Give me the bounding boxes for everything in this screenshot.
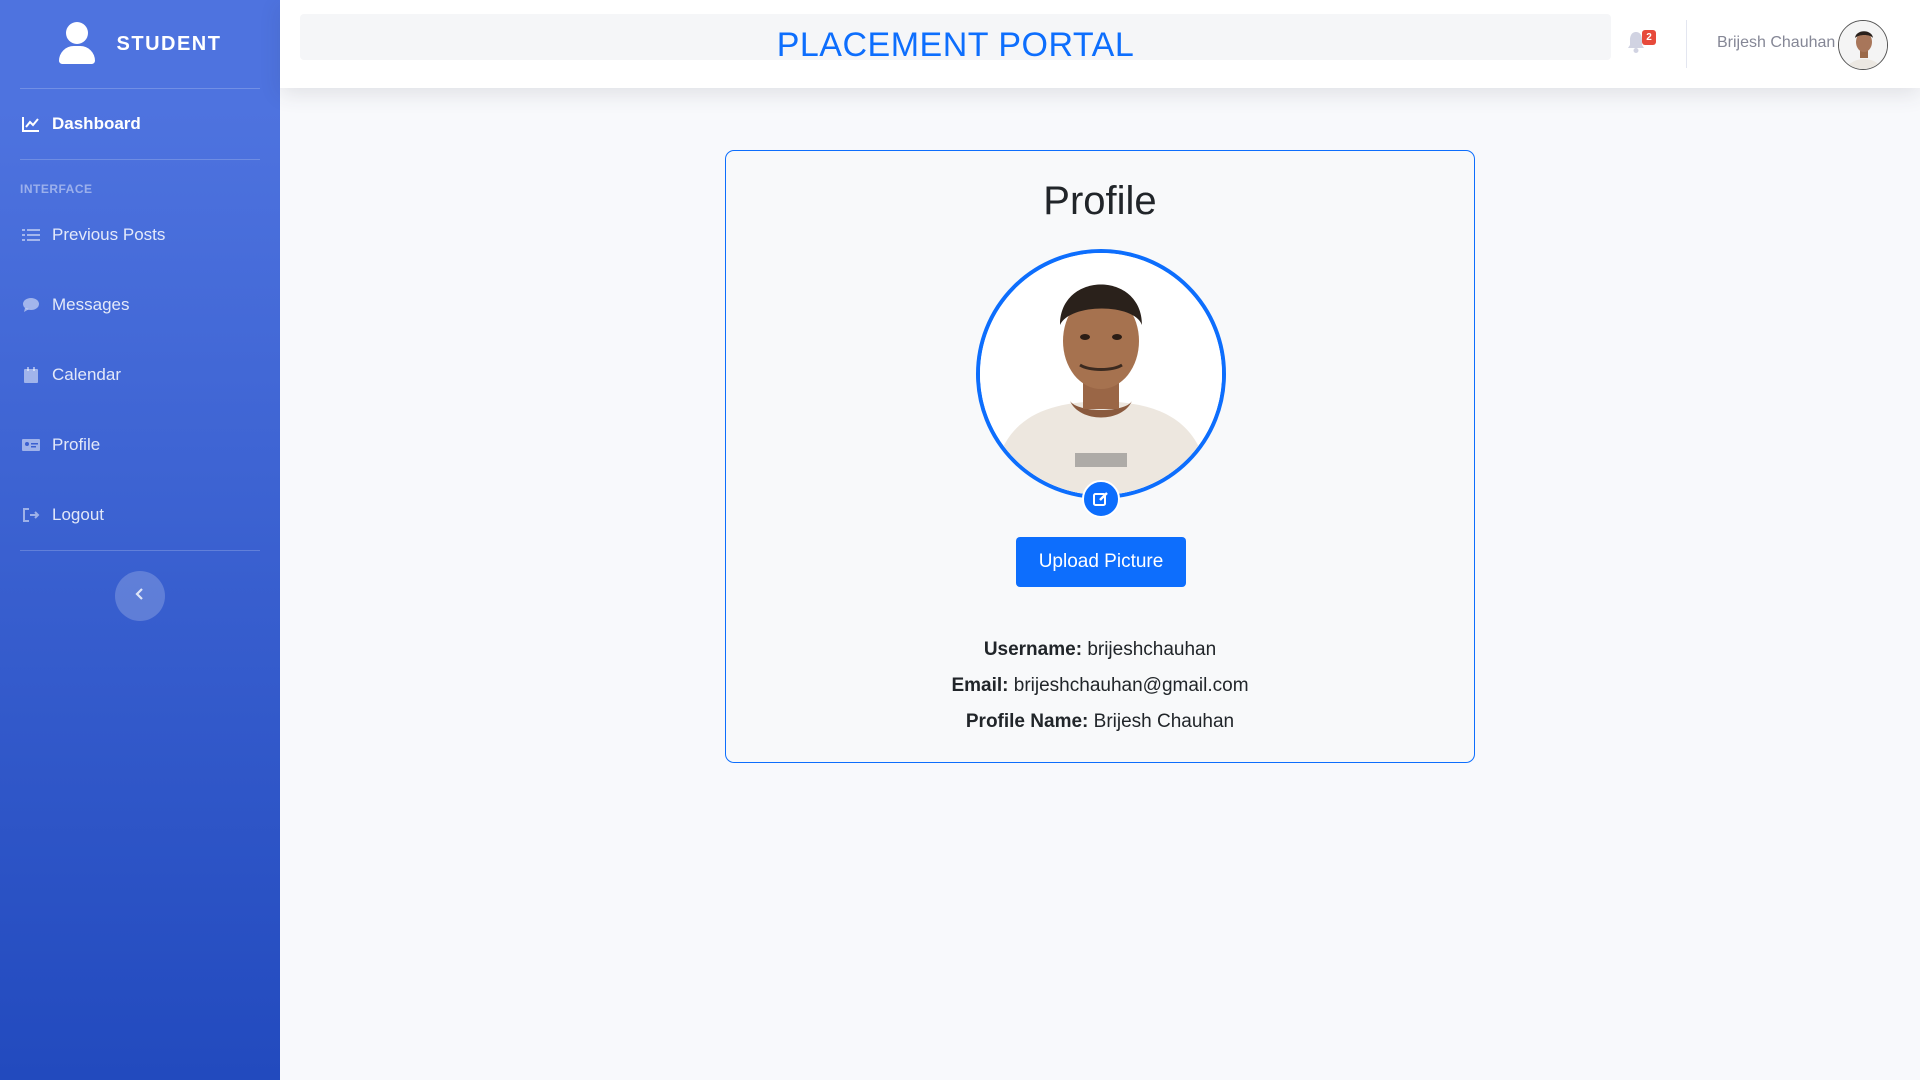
- profile-card: Profile Upload Picture Username: brijesh…: [725, 150, 1475, 763]
- profile-picture: [976, 249, 1226, 499]
- sidebar-item-profile[interactable]: Profile: [0, 410, 280, 480]
- sidebar-brand[interactable]: STUDENT: [0, 0, 280, 88]
- profile-info: Username: brijeshchauhan Email: brijeshc…: [726, 632, 1474, 740]
- notification-badge: 2: [1642, 30, 1656, 45]
- calendar-icon: [22, 367, 40, 383]
- sidebar-toggle-button[interactable]: [115, 571, 165, 621]
- sidebar-item-label: Logout: [52, 505, 104, 524]
- sidebar-item-label: Calendar: [52, 365, 121, 384]
- username-value: brijeshchauhan: [1087, 639, 1217, 660]
- id-card-icon: [22, 437, 40, 453]
- topbar-divider: [1686, 20, 1687, 68]
- sidebar-divider: [20, 550, 260, 551]
- list-icon: [22, 227, 40, 243]
- logout-icon: [22, 507, 40, 523]
- profile-title: Profile: [1043, 179, 1157, 223]
- avatar[interactable]: [1838, 20, 1888, 70]
- sidebar-item-calendar[interactable]: Calendar: [0, 340, 280, 410]
- sidebar-item-previous-posts[interactable]: Previous Posts: [0, 200, 280, 270]
- email-row: Email: brijeshchauhan@gmail.com: [726, 668, 1474, 704]
- profile-name-value: Brijesh Chauhan: [1093, 711, 1235, 732]
- profile-name-row: Profile Name: Brijesh Chauhan: [726, 704, 1474, 740]
- sidebar-item-logout[interactable]: Logout: [0, 480, 280, 550]
- email-value: brijeshchauhan@gmail.com: [1013, 675, 1249, 696]
- upload-picture-button[interactable]: Upload Picture: [1016, 537, 1186, 587]
- sidebar-item-label: Profile: [52, 435, 101, 454]
- user-name[interactable]: Brijesh Chauhan: [1717, 34, 1835, 52]
- sidebar-item-dashboard[interactable]: Dashboard: [0, 89, 280, 159]
- username-row: Username: brijeshchauhan: [726, 632, 1474, 668]
- chevron-left-icon: [134, 587, 146, 606]
- user-icon: [58, 22, 95, 66]
- sidebar: STUDENT Dashboard INTERFACE Previous Pos…: [0, 0, 280, 1080]
- brand-text: STUDENT: [116, 32, 222, 55]
- sidebar-item-label: Dashboard: [52, 114, 141, 133]
- sidebar-heading: INTERFACE: [20, 182, 93, 196]
- topbar: PLACEMENT PORTAL 2 Brijesh Chauhan: [280, 0, 1920, 88]
- username-label: Username:: [983, 639, 1083, 660]
- chart-line-icon: [22, 116, 40, 132]
- sidebar-item-label: Previous Posts: [52, 225, 166, 244]
- email-label: Email:: [951, 675, 1009, 696]
- chat-icon: [22, 297, 40, 313]
- sidebar-item-label: Messages: [52, 295, 130, 314]
- profile-name-label: Profile Name:: [965, 711, 1089, 732]
- edit-icon[interactable]: [1082, 480, 1120, 518]
- sidebar-item-messages[interactable]: Messages: [0, 270, 280, 340]
- page-title: PLACEMENT PORTAL: [776, 26, 1135, 64]
